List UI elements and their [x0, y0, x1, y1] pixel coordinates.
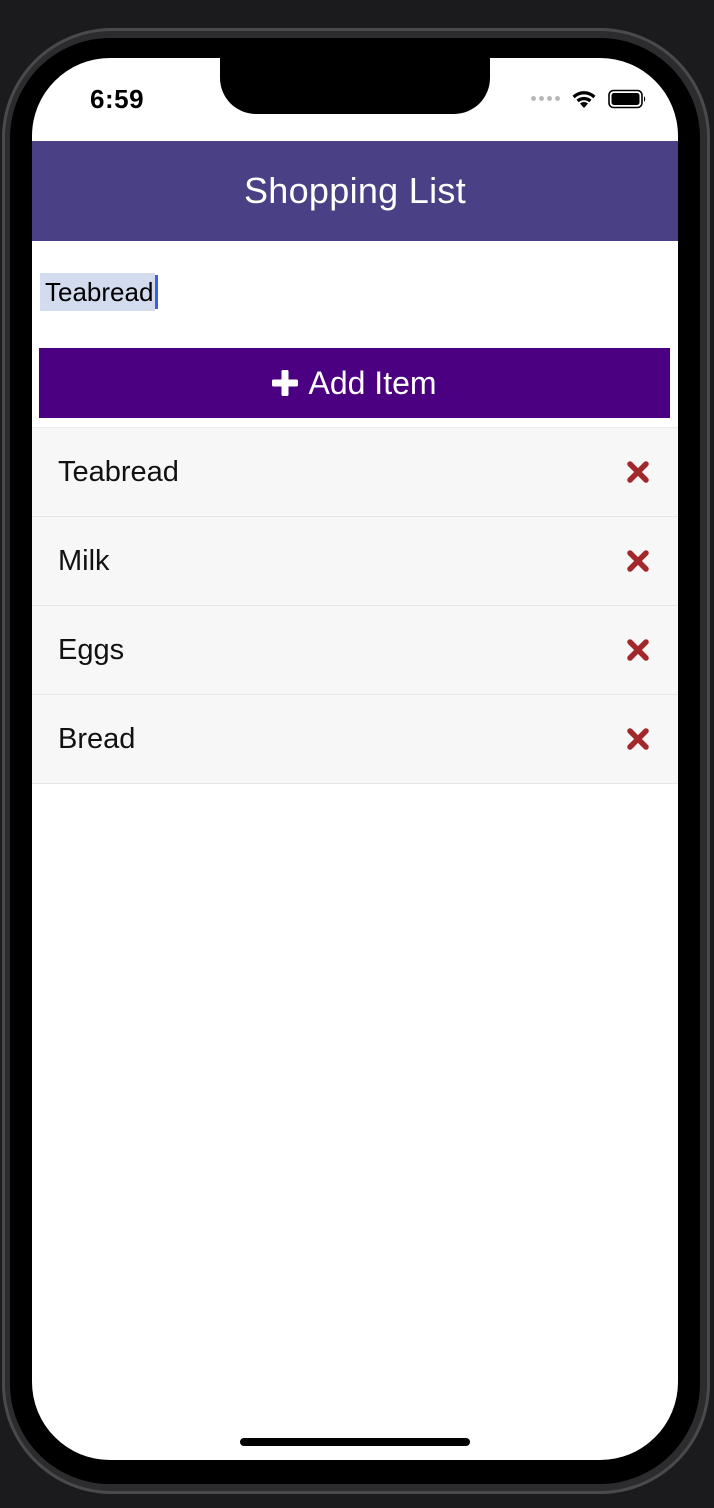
- plus-icon: [272, 370, 299, 396]
- close-icon[interactable]: [626, 460, 650, 484]
- list-item: Eggs: [32, 606, 678, 695]
- list-item: Bread: [32, 695, 678, 784]
- close-icon[interactable]: [626, 638, 650, 662]
- status-time: 6:59: [90, 84, 145, 114]
- item-input[interactable]: Teabread: [40, 272, 159, 312]
- status-icons: [531, 88, 648, 109]
- page-title: Shopping List: [243, 170, 467, 211]
- list-item-label: Bread: [58, 723, 136, 755]
- signal-dots-icon: [531, 96, 560, 101]
- add-item-button[interactable]: Add Item: [39, 348, 670, 418]
- app-screen: 6:59 Shopping List Teabread Add Item Tea…: [32, 58, 678, 1460]
- list-item: Teabread: [32, 428, 678, 517]
- item-input-value[interactable]: Teabread: [40, 273, 156, 311]
- list-item-label: Teabread: [58, 456, 179, 488]
- wifi-icon: [572, 91, 596, 108]
- notch: [220, 58, 490, 114]
- close-icon[interactable]: [626, 549, 650, 573]
- text-caret: [155, 275, 159, 309]
- add-item-label: Add Item: [308, 364, 437, 401]
- list-item-label: Milk: [58, 545, 110, 577]
- app-header: Shopping List: [32, 141, 678, 241]
- home-indicator[interactable]: [240, 1438, 470, 1446]
- close-icon[interactable]: [626, 727, 650, 751]
- list-item: Milk: [32, 517, 678, 606]
- shopping-list: Teabread Milk Eggs Bread: [32, 427, 678, 784]
- battery-icon: [608, 89, 646, 108]
- list-item-label: Eggs: [58, 634, 125, 666]
